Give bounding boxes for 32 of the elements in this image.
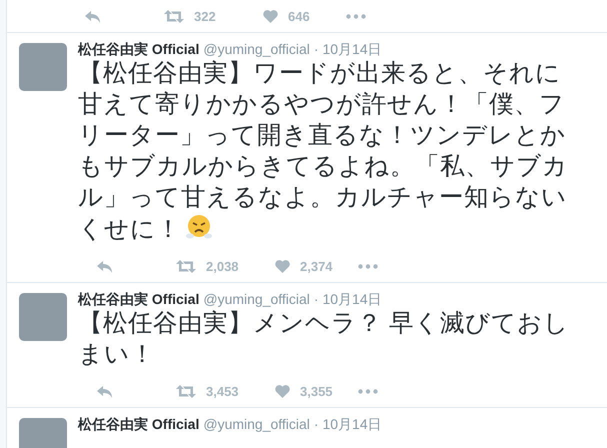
author-name[interactable]: 松任谷由実 Official xyxy=(78,41,200,57)
retweet-count: 2,038 xyxy=(206,258,240,276)
more-icon[interactable] xyxy=(358,264,378,269)
more-icon[interactable] xyxy=(346,14,366,19)
retweet-icon[interactable] xyxy=(164,10,184,23)
tweet-date[interactable]: · 10月14日 xyxy=(314,41,382,57)
tweet-date[interactable]: · 10月14日 xyxy=(314,291,382,307)
avatar-placeholder[interactable] xyxy=(19,293,67,341)
retweet-count: 3,453 xyxy=(206,382,240,401)
reply-icon[interactable] xyxy=(85,10,101,22)
author-handle[interactable]: @yuming_official xyxy=(203,291,310,307)
tweet-text: 【松任谷由実】ワードが出来ると、それに甘えて寄りかかるやつが許せん！「僕、フリーター」って開き直るな！ツンデレとかもサブカルからきてるよね。「私、サブカル」って甘えるなよ。カルチャー知らないくせに！ xyxy=(78,59,569,245)
more-icon[interactable] xyxy=(358,389,378,394)
like-count: 3,355 xyxy=(300,382,334,401)
heart-icon[interactable] xyxy=(275,385,290,398)
like-count: 646 xyxy=(288,8,311,26)
author-name[interactable]: 松任谷由実 Official xyxy=(78,291,200,307)
author-handle[interactable]: @yuming_official xyxy=(203,41,310,57)
author-handle[interactable]: @yuming_official xyxy=(203,416,310,432)
angry-face-emoji-icon xyxy=(185,213,213,241)
avatar-placeholder[interactable] xyxy=(19,43,67,91)
tweet-date[interactable]: · 10月14日 xyxy=(314,416,382,432)
reply-icon[interactable] xyxy=(97,260,113,272)
author-name[interactable]: 松任谷由実 Official xyxy=(78,416,200,432)
retweet-icon[interactable] xyxy=(176,385,196,398)
tweet-text: 【松任谷由実】メンヘラ？ 早く滅びておしまい！ xyxy=(78,309,570,370)
like-count: 2,374 xyxy=(300,258,334,276)
heart-icon[interactable] xyxy=(263,10,278,23)
retweet-count: 322 xyxy=(194,8,217,26)
retweet-icon[interactable] xyxy=(176,260,196,273)
reply-icon[interactable] xyxy=(97,386,113,398)
heart-icon[interactable] xyxy=(275,260,290,273)
